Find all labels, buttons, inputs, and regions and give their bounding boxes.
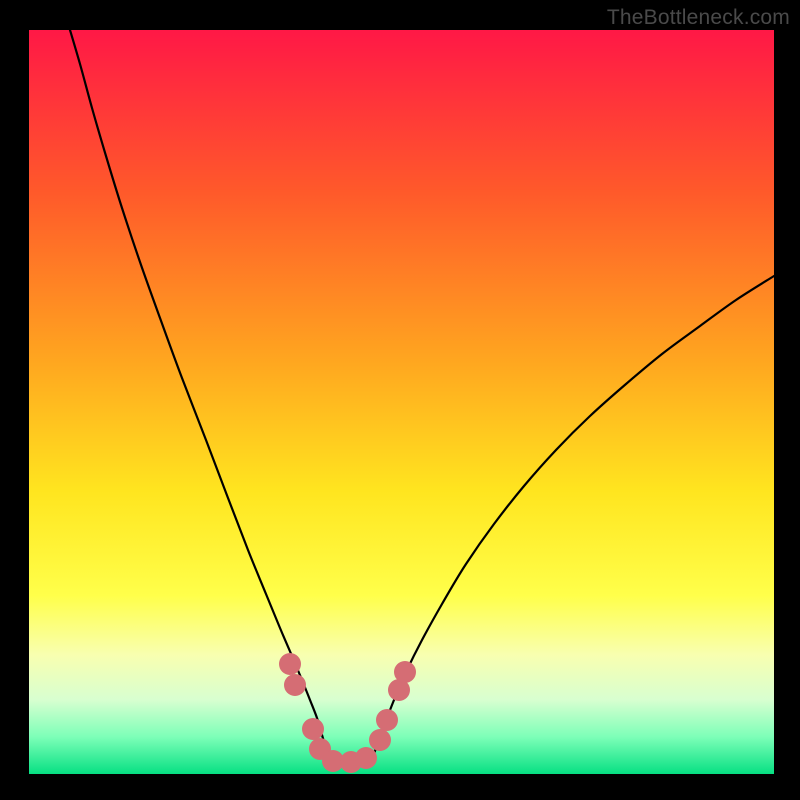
watermark-text: TheBottleneck.com (607, 6, 790, 30)
data-dot (279, 653, 301, 675)
data-dot (376, 709, 398, 731)
chart-svg (0, 0, 800, 800)
data-dot (355, 747, 377, 769)
data-dot (369, 729, 391, 751)
data-dot (302, 718, 324, 740)
data-dot (394, 661, 416, 683)
data-dot (284, 674, 306, 696)
chart-stage: TheBottleneck.com (0, 0, 800, 800)
